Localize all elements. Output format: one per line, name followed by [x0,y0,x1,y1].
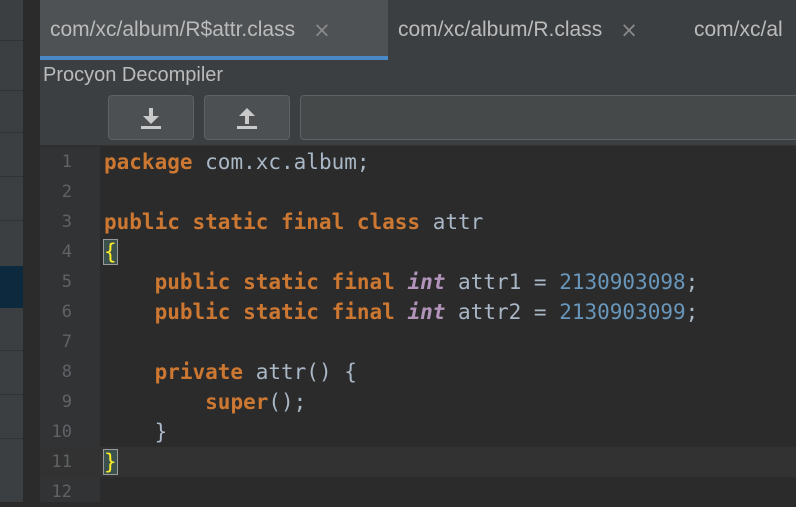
tree-row-divider [0,220,23,221]
code-text: super(); [104,387,306,417]
code-token: super [205,390,269,414]
tab-r-attr-class[interactable]: com/xc/album/R$attr.class × [40,0,388,60]
tree-row-divider [0,40,23,41]
decompiler-header: Procyon Decompiler [40,60,796,90]
code-token: package [104,150,193,174]
line-number: 5 [61,272,72,292]
line-number: 10 [51,422,72,442]
line-number: 6 [61,302,72,322]
line-number: 8 [61,362,72,382]
code-token: ; [685,270,699,294]
editor-tab-bar: com/xc/album/R$attr.class × com/xc/album… [40,0,796,60]
code-text: public static final int attr1 = 21309030… [104,267,699,297]
tab-label: com/xc/album/R.class [398,18,603,41]
code-token: ; [685,300,699,324]
code-line[interactable]: 5 public static final int attr1 = 213090… [40,267,796,297]
line-number: 9 [61,392,72,412]
code-text: public static final class attr [104,207,483,237]
code-line[interactable]: 7 [40,327,796,357]
code-token: attr1 = [445,270,560,294]
line-number: 12 [51,482,72,502]
code-line[interactable]: 8 private attr() { [40,357,796,387]
tree-row-divider [0,394,23,395]
code-token: private [154,360,244,384]
code-line[interactable]: 3 public static final class attr [40,207,796,237]
tree-row-divider [0,176,23,177]
line-number: 11 [51,452,72,472]
code-token: } [103,449,118,475]
code-token: 2130903098 [559,270,686,294]
line-number: 3 [61,212,72,232]
toolbar-input[interactable] [300,95,796,140]
code-line[interactable]: 11} [40,447,796,477]
code-line[interactable]: 1 package com.xc.album; [40,147,796,177]
code-token: com.xc.album; [192,150,370,174]
tab-label: com/xc/album/R$attr.class [50,18,296,41]
upload-icon [237,107,257,129]
code-token: public static final class [104,210,421,234]
code-token: 2130903099 [559,300,686,324]
code-text: } [104,417,168,447]
line-number: 7 [61,332,72,352]
line-number: 4 [61,242,72,262]
code-line[interactable]: 12 [40,477,796,507]
upload-button[interactable] [204,95,290,140]
code-token: int [407,270,446,294]
download-button[interactable] [108,95,194,140]
decompiler-toolbar [40,90,796,146]
code-line[interactable]: 4{ [40,237,796,267]
tree-row-divider [0,132,23,133]
code-line[interactable]: 6 public static final int attr2 = 213090… [40,297,796,327]
code-token: } [104,420,168,444]
tab-r-class[interactable]: com/xc/album/R.class × [388,0,684,60]
code-line[interactable]: 9 super(); [40,387,796,417]
code-line[interactable]: 2 [40,177,796,207]
code-token: attr() { [243,360,357,384]
code-text: } [103,447,118,477]
project-tree-strip [0,0,23,502]
code-token: { [103,239,118,265]
tree-row-divider [0,438,23,439]
panel-divider[interactable] [23,0,40,502]
code-text: { [103,237,118,267]
code-text: package com.xc.album; [104,147,370,177]
code-text: private attr() { [104,357,357,387]
code-token: int [407,300,446,324]
tab-truncated[interactable]: com/xc/al [684,0,796,60]
tree-selected-row[interactable] [0,266,23,308]
code-token: public static final [154,300,395,324]
code-token: (); [268,390,307,414]
tree-row-divider [0,90,23,91]
tab-label: com/xc/al [694,18,783,41]
code-line[interactable]: 10 } [40,417,796,447]
close-icon[interactable]: × [620,18,638,42]
decompiler-title: Procyon Decompiler [43,64,224,86]
code-text: public static final int attr2 = 21309030… [104,297,699,327]
code-editor[interactable]: 1 package com.xc.album; 2 3 public static fi… [40,147,796,502]
download-icon [141,107,161,129]
close-icon[interactable]: × [313,18,331,42]
code-token: attr [420,210,484,234]
code-token: attr2 = [445,300,560,324]
tree-row-divider [0,350,23,351]
code-token: public static final [154,270,395,294]
line-number: 2 [61,182,72,202]
line-number: 1 [61,152,72,172]
